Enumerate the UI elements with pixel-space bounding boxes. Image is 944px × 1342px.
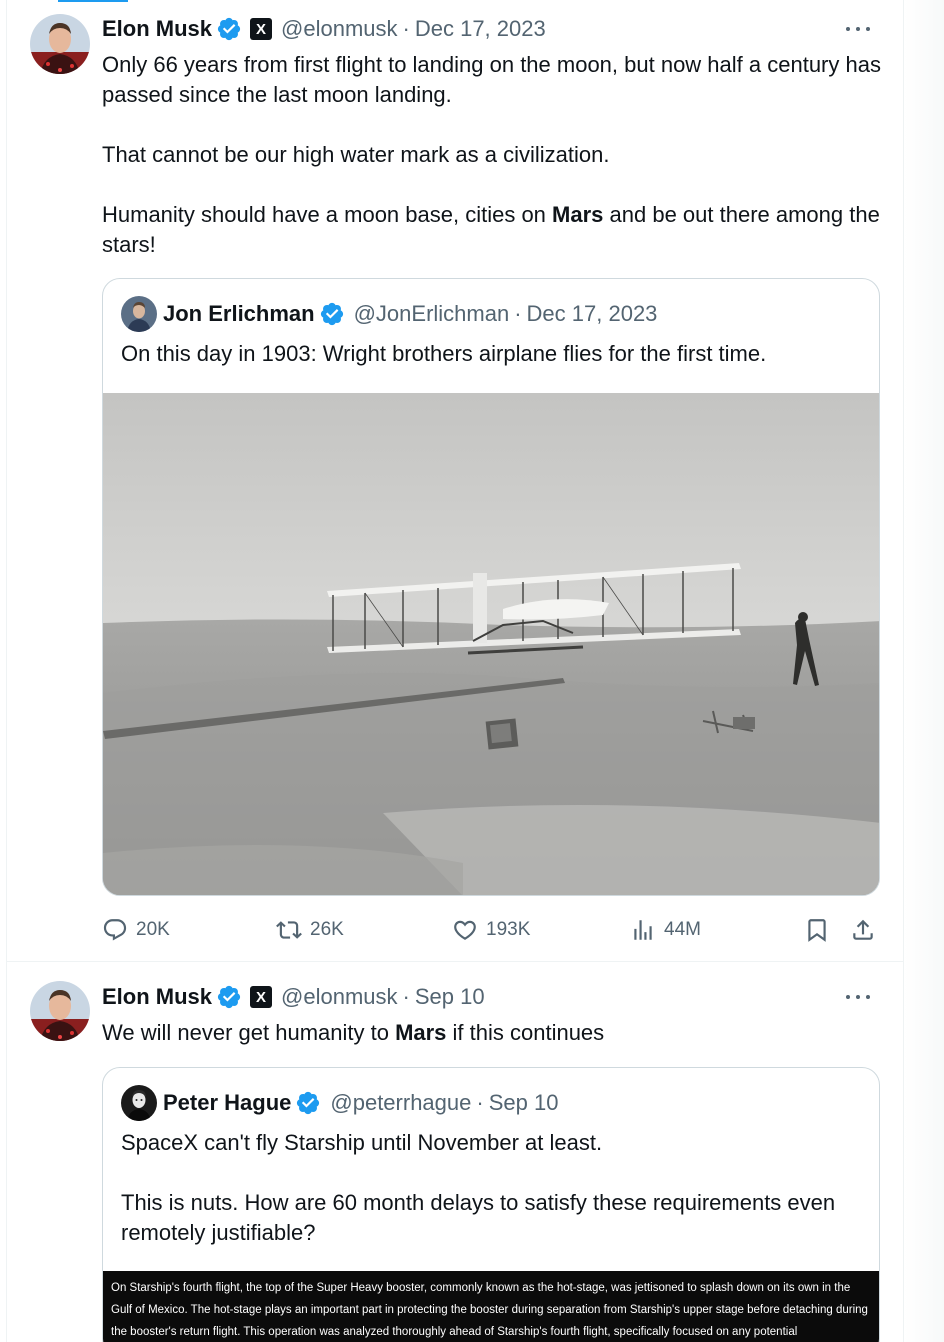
author-handle[interactable]: @elonmusk: [281, 984, 398, 1010]
avatar[interactable]: [30, 981, 90, 1041]
like-count: 193K: [486, 919, 531, 940]
verified-badge-icon: [217, 17, 241, 41]
text-segment: if this continues: [446, 1020, 605, 1045]
author-name[interactable]: Elon Musk: [102, 984, 212, 1010]
separator-dot: ·: [514, 301, 522, 326]
tweet-actions: 20K 26K 193K 44M: [102, 913, 892, 947]
reply-icon: [103, 919, 127, 941]
text-segment-bold: Mars: [395, 1020, 447, 1045]
share-button[interactable]: [850, 913, 876, 947]
tweet-text: Only 66 years from first flight to landi…: [102, 50, 892, 260]
quote-author-handle: @peterrhague: [330, 1090, 472, 1115]
reply-button[interactable]: 20K: [102, 913, 170, 947]
tweet-date[interactable]: Sep 10: [415, 984, 485, 1010]
ellipsis-icon[interactable]: [843, 19, 873, 39]
tweet-text: We will never get humanity to Mars if th…: [102, 1018, 892, 1048]
avatar[interactable]: [30, 14, 90, 74]
quoted-tweet[interactable]: Peter Hague @peterrhague · Sep 10 SpaceX…: [102, 1067, 880, 1342]
author-name[interactable]: Elon Musk: [102, 16, 212, 42]
bookmark-icon: [808, 919, 826, 942]
text-segment: We will never get humanity to: [102, 1020, 396, 1045]
quote-header: Peter Hague @peterrhague · Sep 10: [121, 1085, 559, 1121]
separator-dot: ·: [476, 1090, 484, 1115]
quote-avatar: [121, 296, 157, 332]
share-icon: [853, 919, 873, 940]
text-segment-bold: Mars: [552, 202, 604, 227]
quote-author-name: Peter Hague: [163, 1090, 292, 1115]
tweet[interactable]: Elon Musk X @elonmusk · Dec 17, 2023 Onl…: [7, 0, 903, 962]
views-button[interactable]: 44M: [630, 913, 701, 947]
reply-count: 20K: [136, 919, 170, 940]
tweet[interactable]: Elon Musk X @elonmusk · Sep 10 We will n…: [7, 963, 903, 1342]
quoted-tweet[interactable]: Jon Erlichman @JonErlichman · Dec 17, 20…: [102, 278, 880, 896]
bookmark-button[interactable]: [804, 913, 830, 947]
quote-avatar: [121, 1085, 157, 1121]
tweet-date[interactable]: Dec 17, 2023: [415, 16, 546, 42]
quote-author-handle: @JonErlichman: [353, 301, 510, 326]
quote-date: Sep 10: [488, 1090, 559, 1115]
verified-badge-icon: [297, 1091, 320, 1115]
affiliate-x-badge: X: [250, 986, 273, 1008]
verified-badge-icon: [320, 302, 343, 326]
tweet-header: Elon Musk X @elonmusk · Sep 10: [102, 982, 485, 1012]
retweet-icon: [276, 921, 302, 939]
document-screenshot[interactable]: On Starship's fourth flight, the top of …: [103, 1271, 879, 1342]
retweet-count: 26K: [310, 919, 344, 940]
quote-text: SpaceX can't fly Starship until November…: [121, 1130, 836, 1245]
views-count: 44M: [664, 919, 701, 940]
like-button[interactable]: 193K: [452, 913, 530, 947]
separator-dot: ·: [402, 984, 410, 1009]
affiliate-x-badge: X: [250, 18, 273, 40]
wright-flyer-photo[interactable]: [103, 393, 879, 895]
quote-text: On this day in 1903: Wright brothers air…: [121, 341, 767, 366]
quote-header: Jon Erlichman @JonErlichman · Dec 17, 20…: [121, 296, 658, 332]
views-icon: [634, 920, 652, 940]
author-handle[interactable]: @elonmusk: [281, 16, 398, 42]
quote-date: Dec 17, 2023: [526, 301, 658, 326]
sidebar-edge: [904, 0, 944, 1342]
quote-author-name: Jon Erlichman: [163, 301, 315, 326]
heart-icon: [454, 920, 476, 940]
retweet-button[interactable]: 26K: [276, 913, 344, 947]
tweet-header: Elon Musk X @elonmusk · Dec 17, 2023: [102, 14, 546, 44]
verified-badge-icon: [217, 985, 241, 1009]
text-segment: Only 66 years from first flight to landi…: [102, 52, 881, 227]
ellipsis-icon[interactable]: [843, 987, 873, 1007]
separator-dot: ·: [402, 16, 410, 41]
